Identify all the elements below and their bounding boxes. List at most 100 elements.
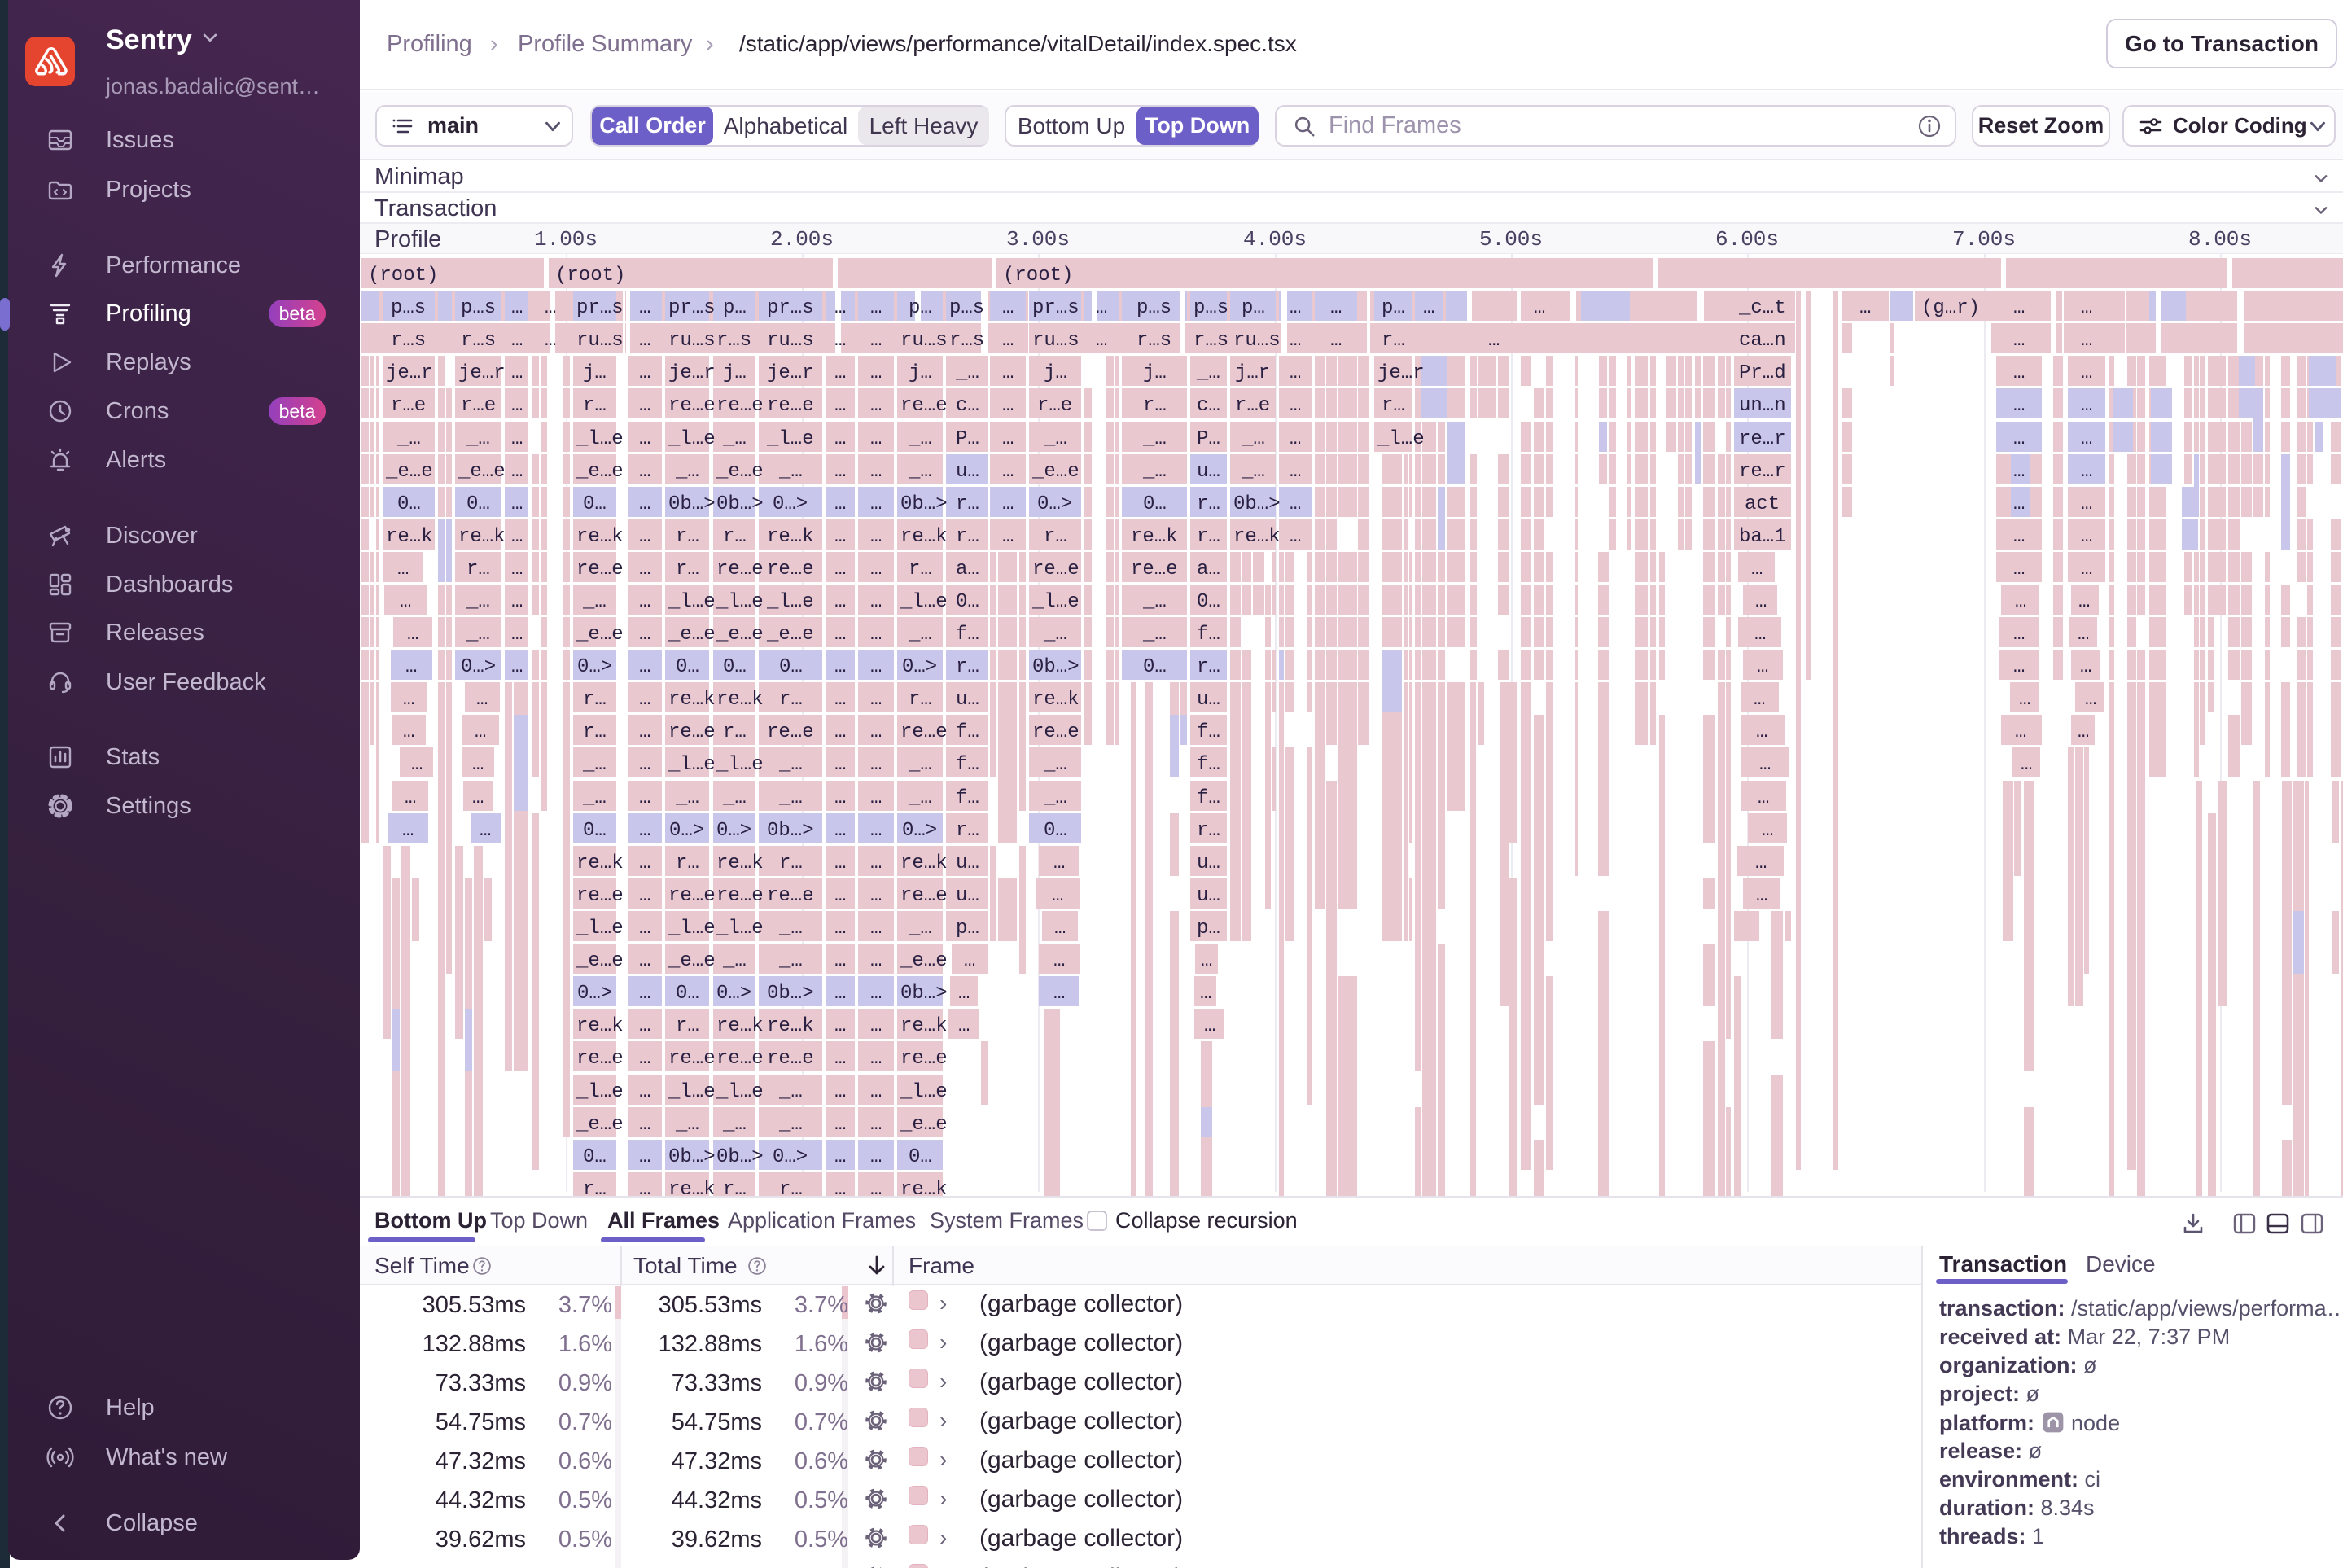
svg-text:…: … — [870, 885, 882, 907]
svg-text:_l…e: _l…e — [716, 1081, 764, 1103]
svg-text:…: … — [639, 983, 650, 1005]
svg-text:0…>: 0…> — [669, 820, 704, 842]
svg-text:_…: _… — [1142, 461, 1167, 483]
svg-text:re…e: re…e — [900, 395, 948, 417]
svg-text:0…: 0… — [583, 1146, 607, 1168]
svg-text:re…e: re…e — [576, 885, 624, 907]
svg-text:…: … — [475, 721, 486, 743]
svg-text:r…: r… — [956, 656, 979, 678]
svg-text:r…: r… — [956, 820, 979, 842]
svg-text:…: … — [639, 591, 650, 613]
svg-text:…: … — [2013, 493, 2025, 515]
svg-text:…: … — [1754, 624, 1766, 646]
svg-text:…: … — [1290, 461, 1301, 483]
svg-text:c…: c… — [956, 395, 979, 417]
svg-text:…: … — [2078, 591, 2090, 613]
svg-text:r…: r… — [676, 526, 699, 548]
svg-text:0…: 0… — [909, 1146, 932, 1168]
svg-text:re…k: re…k — [386, 526, 433, 548]
svg-text:p…s: p…s — [1193, 297, 1228, 319]
svg-text:…: … — [2085, 689, 2096, 711]
svg-text:…: … — [2013, 526, 2025, 548]
svg-text:…: … — [639, 624, 650, 646]
svg-text:…: … — [2081, 526, 2092, 548]
svg-text:…: … — [834, 1081, 846, 1103]
svg-text:p…: p… — [956, 918, 979, 939]
svg-text:_…: _… — [908, 918, 932, 939]
svg-text:…: … — [870, 428, 882, 450]
svg-text:…: … — [1290, 493, 1301, 515]
svg-text:re…k: re…k — [668, 689, 716, 711]
svg-text:f…: f… — [956, 754, 979, 776]
svg-text:re…r: re…r — [1739, 428, 1786, 450]
svg-text:re…e: re…e — [668, 885, 716, 907]
svg-text:_e…e: _e…e — [668, 950, 716, 972]
svg-text:r…: r… — [1197, 526, 1220, 548]
svg-text:_l…e: _l…e — [668, 591, 716, 613]
svg-text:p…: p… — [723, 297, 747, 319]
svg-text:0…: 0… — [676, 983, 699, 1005]
svg-text:…: … — [834, 428, 846, 450]
svg-text:u…: u… — [1197, 852, 1220, 874]
svg-text:r…: r… — [909, 689, 932, 711]
svg-text:je…r: je…r — [767, 362, 814, 384]
svg-text:…: … — [834, 591, 846, 613]
svg-text:…: … — [2021, 754, 2032, 776]
svg-text:pr…s: pr…s — [576, 297, 624, 319]
svg-text:…: … — [2013, 461, 2025, 483]
svg-text:…: … — [1096, 297, 1107, 319]
svg-text:_l…e: _l…e — [766, 428, 814, 450]
svg-text:pr…s: pr…s — [767, 297, 814, 319]
svg-text:0b…>: 0b…> — [668, 1146, 716, 1168]
svg-text:p…s: p…s — [461, 297, 496, 319]
svg-text:0…>: 0…> — [902, 656, 937, 678]
svg-text:r…s: r…s — [1193, 330, 1228, 352]
svg-text:…: … — [639, 297, 650, 319]
svg-text:re…k: re…k — [458, 526, 506, 548]
svg-text:…: … — [1751, 558, 1763, 580]
svg-text:_e…e: _e…e — [668, 624, 716, 646]
svg-text:…: … — [476, 689, 488, 711]
svg-text:…: … — [545, 330, 556, 352]
svg-text:re…e: re…e — [900, 885, 948, 907]
svg-text:…: … — [1002, 493, 1014, 515]
svg-text:_e…e: _e…e — [766, 624, 814, 646]
svg-text:0…: 0… — [1143, 656, 1167, 678]
svg-text:ru…s: ru…s — [1032, 330, 1080, 352]
svg-text:…: … — [639, 1179, 650, 1197]
svg-text:…: … — [639, 656, 650, 678]
svg-text:P…: P… — [1197, 428, 1220, 450]
svg-text:re…e: re…e — [767, 395, 814, 417]
svg-text:_c…t: _c…t — [1738, 297, 1786, 319]
svg-text:0…>: 0…> — [1037, 493, 1072, 515]
svg-text:u…: u… — [956, 689, 979, 711]
svg-text:0b…>: 0b…> — [900, 983, 948, 1005]
svg-text:r…e: r…e — [461, 395, 496, 417]
svg-text:…: … — [1053, 852, 1065, 874]
svg-text:r…: r… — [723, 1179, 747, 1197]
svg-text:_…: _… — [908, 624, 932, 646]
svg-text:u…: u… — [956, 852, 979, 874]
svg-text:…: … — [870, 1081, 882, 1103]
svg-text:_…: _… — [466, 624, 490, 646]
svg-text:…: … — [1756, 885, 1767, 907]
svg-text:f…: f… — [956, 624, 979, 646]
svg-text:re…e: re…e — [668, 395, 716, 417]
svg-text:…: … — [400, 591, 411, 613]
svg-text:…: … — [397, 558, 409, 580]
svg-text:…: … — [1201, 950, 1212, 972]
svg-text:_l…e: _l…e — [668, 754, 716, 776]
svg-text:…: … — [2081, 493, 2092, 515]
svg-text:_…: _… — [1142, 591, 1167, 613]
svg-text:…: … — [1754, 689, 1765, 711]
svg-text:_l…e: _l…e — [576, 918, 624, 939]
svg-text:…: … — [1002, 362, 1014, 384]
svg-text:0…: 0… — [397, 493, 421, 515]
svg-text:…: … — [1756, 721, 1767, 743]
svg-text:je…r: je…r — [458, 362, 506, 384]
svg-text:…: … — [870, 330, 882, 352]
svg-text:…: … — [2080, 656, 2091, 678]
svg-text:_…: _… — [1043, 624, 1067, 646]
svg-text:…: … — [834, 395, 846, 417]
svg-text:…: … — [639, 330, 650, 352]
